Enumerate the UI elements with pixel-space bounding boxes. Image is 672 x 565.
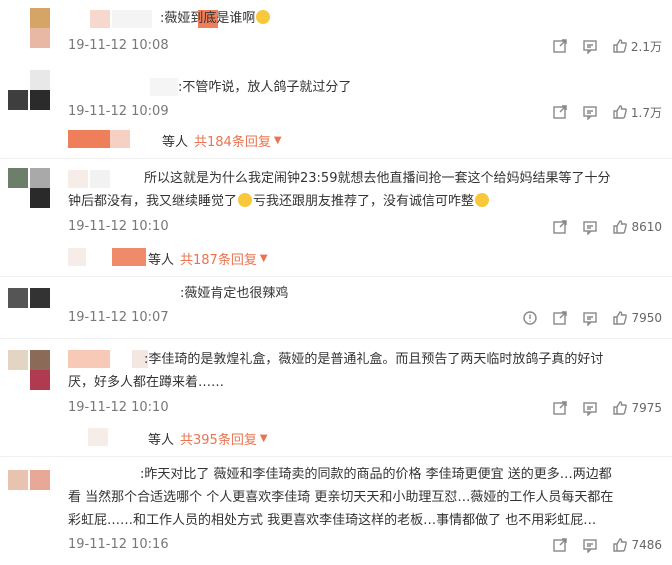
username-redacted[interactable] bbox=[150, 78, 180, 96]
avatar[interactable] bbox=[8, 470, 52, 510]
like-icon[interactable] bbox=[612, 310, 628, 326]
comment-text-line2: 看 当然那个合适选哪个 个人更喜欢李佳琦 更亲切天天和小助理互怼…薇娅的工作人员… bbox=[68, 490, 614, 505]
chevron-down-icon: ▼ bbox=[259, 433, 268, 444]
comment-text-line3: 彩虹屁……和工作人员的相处方式 我更喜欢李佳琦这样的老板…事情都做了 也不用彩虹… bbox=[68, 513, 597, 528]
share-icon[interactable] bbox=[552, 310, 568, 326]
reply-summary[interactable]: 等人 共184条回复 ▼ bbox=[162, 131, 282, 150]
comment-actions: 2.1万 bbox=[552, 37, 662, 55]
comment-text: 所以这就是为什么我定闹钟23:59就想去他直播间抢一套这个给妈妈结果等了十分 bbox=[144, 171, 611, 186]
avatar[interactable] bbox=[8, 288, 52, 328]
reply-avatars-redacted bbox=[68, 248, 148, 266]
comment-time: 19-11-12 10:09 bbox=[68, 104, 169, 119]
reply-count-link[interactable]: 共184条回复 bbox=[194, 131, 271, 150]
username-redacted[interactable] bbox=[68, 170, 138, 188]
comment-icon[interactable] bbox=[582, 400, 598, 416]
username-redacted[interactable] bbox=[68, 350, 148, 368]
comment-actions: 8610 bbox=[552, 218, 662, 236]
like-count: 7975 bbox=[631, 401, 662, 415]
like-count: 8610 bbox=[631, 220, 662, 234]
reply-summary[interactable]: 等人 共187条回复 ▼ bbox=[148, 249, 268, 268]
reply-avatars-redacted bbox=[88, 428, 110, 446]
comment-time: 19-11-12 10:10 bbox=[68, 400, 169, 415]
like-count: 7486 bbox=[631, 538, 662, 552]
avatar[interactable] bbox=[8, 168, 52, 208]
comment-actions: 7486 bbox=[552, 536, 662, 554]
comment-text: :李佳琦的是敦煌礼盒，薇娅的是普通礼盒。而且预告了两天临时放鸽子真的好讨 bbox=[144, 352, 604, 367]
share-icon[interactable] bbox=[552, 104, 568, 120]
comment-icon[interactable] bbox=[582, 219, 598, 235]
share-icon[interactable] bbox=[552, 38, 568, 54]
divider bbox=[0, 456, 672, 457]
emoji-icon bbox=[475, 193, 490, 207]
share-icon[interactable] bbox=[552, 219, 568, 235]
chevron-down-icon: ▼ bbox=[259, 253, 268, 264]
username-redacted[interactable] bbox=[68, 10, 218, 28]
comment-time: 19-11-12 10:10 bbox=[68, 219, 169, 234]
emoji-icon bbox=[256, 10, 271, 24]
avatar[interactable] bbox=[8, 350, 52, 390]
chevron-down-icon: ▼ bbox=[273, 135, 282, 146]
comment-text: :不管咋说，放人鸽子就过分了 bbox=[178, 80, 352, 95]
reply-count-link[interactable]: 共395条回复 bbox=[180, 429, 257, 448]
comment-text: :薇娅肯定也很辣鸡 bbox=[180, 286, 289, 301]
comment-text: :昨天对比了 薇娅和李佳琦卖的同款的商品的价格 李佳琦更便宜 送的更多…两边都 bbox=[140, 467, 612, 482]
comment-icon[interactable] bbox=[582, 310, 598, 326]
share-icon[interactable] bbox=[552, 400, 568, 416]
reply-avatars-redacted bbox=[68, 130, 132, 148]
comment-text-line2: 钟后都没有，我又继续睡觉了 亏我还跟朋友推荐了，没有诚信可咋整 bbox=[68, 190, 490, 213]
comment-actions: 7975 bbox=[552, 399, 662, 417]
comment-icon[interactable] bbox=[582, 38, 598, 54]
reply-summary[interactable]: 等人 共395条回复 ▼ bbox=[148, 429, 268, 448]
comment-icon[interactable] bbox=[582, 537, 598, 553]
divider bbox=[0, 338, 672, 339]
like-icon[interactable] bbox=[612, 219, 628, 235]
emoji-icon bbox=[238, 193, 253, 207]
like-count: 2.1万 bbox=[630, 39, 662, 54]
avatar[interactable] bbox=[8, 70, 52, 110]
comment-actions: 1.7万 bbox=[552, 103, 662, 121]
like-icon[interactable] bbox=[612, 38, 628, 54]
comment-text-line2: 厌，好多人都在蹲来着…… bbox=[68, 375, 225, 390]
comment-actions: 7950 bbox=[522, 309, 662, 327]
comment-text: :薇娅到底是谁啊 bbox=[160, 7, 271, 30]
report-icon[interactable] bbox=[522, 310, 538, 326]
divider bbox=[0, 158, 672, 159]
comment-icon[interactable] bbox=[582, 104, 598, 120]
divider bbox=[0, 276, 672, 277]
like-count: 1.7万 bbox=[630, 105, 662, 120]
comment-time: 19-11-12 10:16 bbox=[68, 537, 169, 552]
like-icon[interactable] bbox=[612, 537, 628, 553]
share-icon[interactable] bbox=[552, 537, 568, 553]
like-icon[interactable] bbox=[612, 104, 628, 120]
comment-time: 19-11-12 10:08 bbox=[68, 38, 169, 53]
like-count: 7950 bbox=[631, 311, 662, 325]
comment-time: 19-11-12 10:07 bbox=[68, 310, 169, 325]
reply-count-link[interactable]: 共187条回复 bbox=[180, 249, 257, 268]
like-icon[interactable] bbox=[612, 400, 628, 416]
